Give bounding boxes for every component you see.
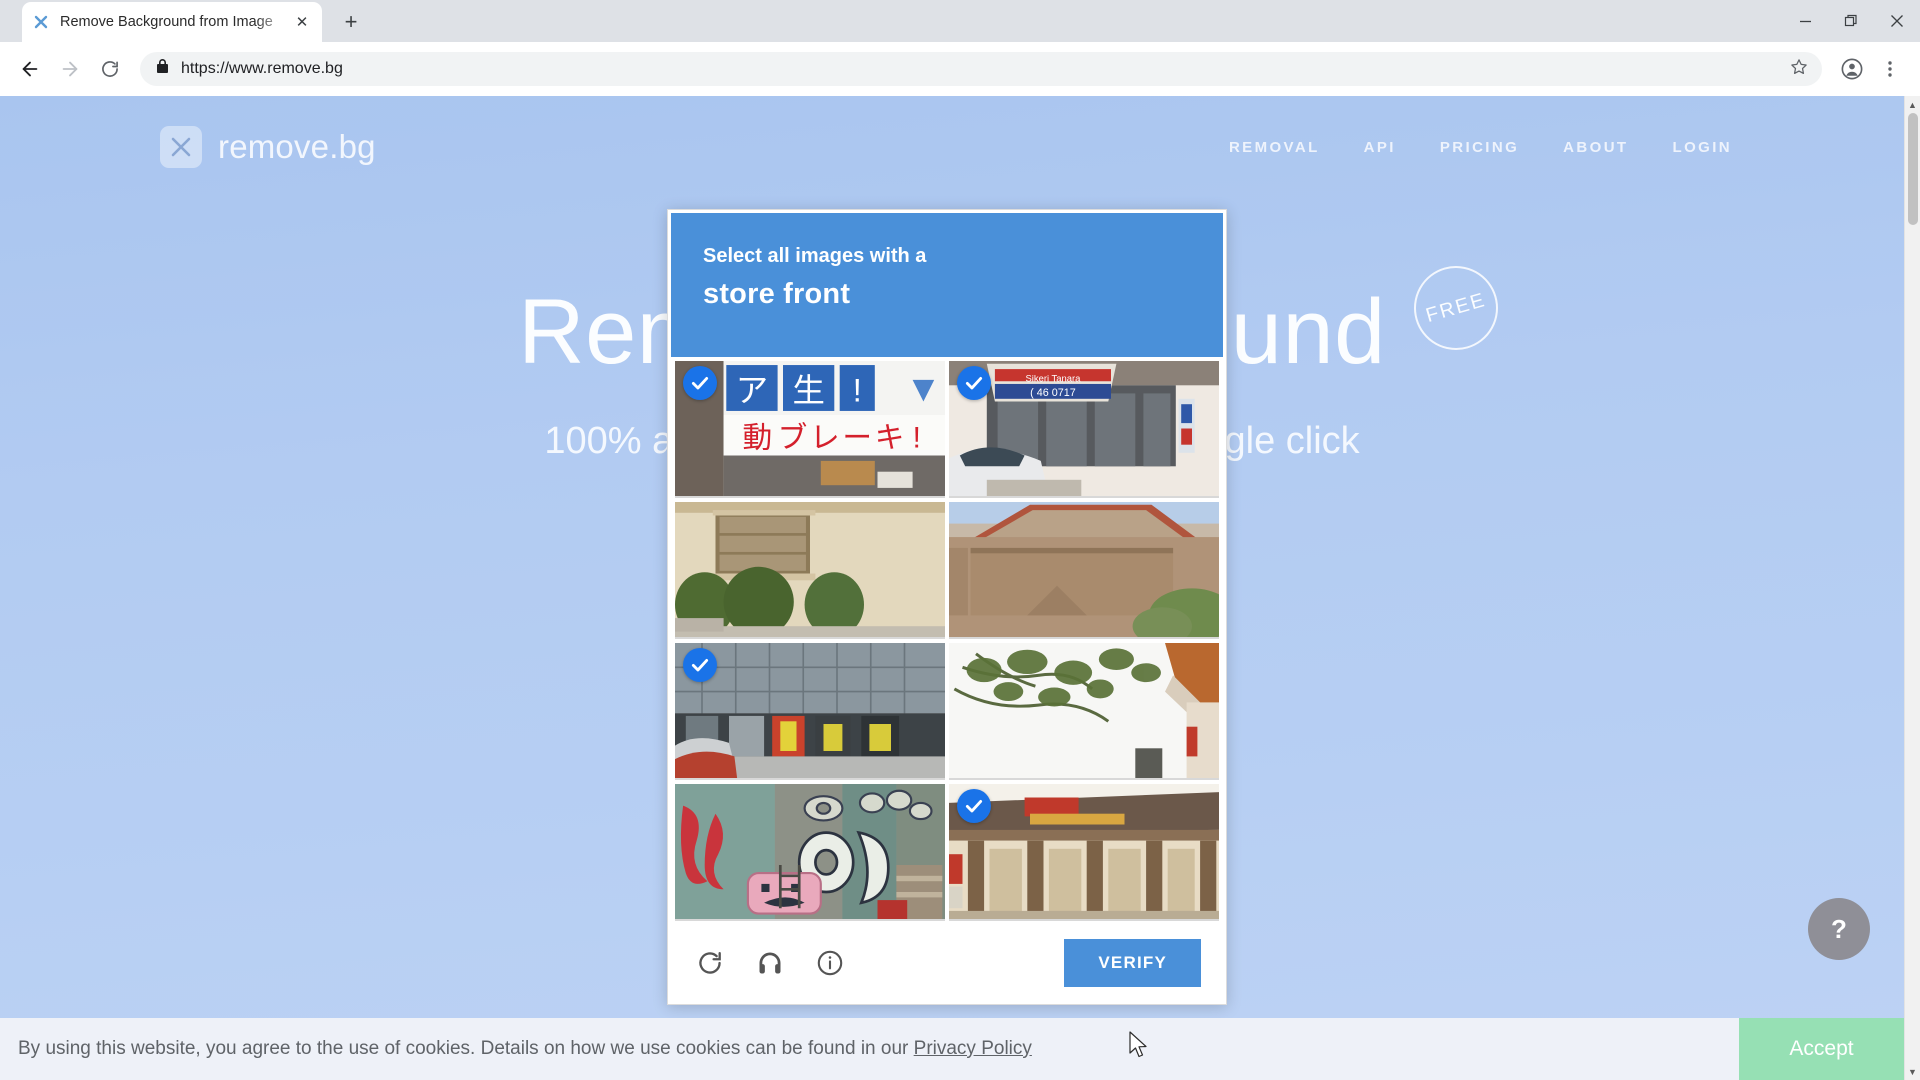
reload-icon[interactable] xyxy=(693,946,727,980)
nav-item-about[interactable]: ABOUT xyxy=(1563,139,1628,156)
tile-checkmark xyxy=(683,366,717,400)
info-icon[interactable] xyxy=(813,946,847,980)
recaptcha-dialog: Select all images with a store front ア 生… xyxy=(667,209,1227,1005)
scroll-up-arrow[interactable]: ▲ xyxy=(1905,96,1920,113)
captcha-tile[interactable] xyxy=(675,643,945,780)
reload-icon[interactable] xyxy=(92,51,128,87)
graffiti-wall xyxy=(675,784,945,919)
house-garage-door xyxy=(949,502,1219,637)
help-bubble-button[interactable]: ? xyxy=(1808,898,1870,960)
logo-text: remove.bg xyxy=(218,128,376,165)
accept-cookies-button[interactable]: Accept xyxy=(1739,1018,1904,1080)
lock-icon xyxy=(156,59,169,79)
free-badge: FREE xyxy=(1403,256,1508,360)
restore-icon[interactable] xyxy=(1828,0,1874,42)
tile-checkmark xyxy=(683,648,717,682)
browser-toolbar: https://www.remove.bg xyxy=(0,42,1920,96)
verify-button[interactable]: VERIFY xyxy=(1064,939,1201,987)
svg-text:ブ: ブ xyxy=(778,421,808,454)
browser-tab[interactable]: Remove Background from Image ✕ xyxy=(22,2,322,42)
tile-checkmark xyxy=(957,366,991,400)
remove-bg-favicon xyxy=(32,13,50,31)
new-tab-button[interactable]: + xyxy=(334,5,368,39)
captcha-tile[interactable] xyxy=(949,784,1219,921)
svg-text:レ: レ xyxy=(810,421,840,454)
captcha-tile[interactable] xyxy=(949,502,1219,639)
nav-item-api[interactable]: API xyxy=(1364,139,1396,156)
svg-text:ア: ア xyxy=(736,373,768,409)
nav-item-login[interactable]: LOGIN xyxy=(1673,139,1733,156)
back-icon[interactable] xyxy=(12,51,48,87)
svg-text:動: 動 xyxy=(743,421,773,454)
captcha-tile[interactable] xyxy=(949,643,1219,780)
close-icon[interactable]: ✕ xyxy=(292,13,312,31)
cookie-consent-bar: By using this website, you agree to the … xyxy=(0,1018,1904,1080)
tree-branches-over-roof xyxy=(949,643,1219,778)
window-controls xyxy=(1782,0,1920,42)
site-logo[interactable]: remove.bg xyxy=(160,126,376,168)
recaptcha-image-grid: ア 生 ! 動 ブ レ ー キ ! Sikeri Tanara (46 071… xyxy=(671,357,1223,921)
svg-text:!: ! xyxy=(913,421,921,454)
captcha-tile[interactable]: ア 生 ! 動 ブ レ ー キ ! xyxy=(675,361,945,498)
svg-text:!: ! xyxy=(853,373,862,409)
url-text: https://www.remove.bg xyxy=(181,60,343,77)
svg-text:( 46 0717: ( 46 0717 xyxy=(1030,387,1076,399)
address-bar[interactable]: https://www.remove.bg xyxy=(140,52,1822,86)
forward-icon[interactable] xyxy=(52,51,88,87)
close-icon[interactable] xyxy=(1874,0,1920,42)
cookie-text: By using this website, you agree to the … xyxy=(18,1038,1032,1060)
captcha-tile[interactable] xyxy=(675,502,945,639)
page-viewport: remove.bg REMOVAL API PRICING ABOUT LOGI… xyxy=(0,96,1920,1080)
svg-text:生: 生 xyxy=(792,373,824,409)
logo-x-icon xyxy=(160,126,202,168)
chrome-menu-icon[interactable] xyxy=(1872,51,1908,87)
svg-text:キ: キ xyxy=(875,421,905,454)
site-header: remove.bg REMOVAL API PRICING ABOUT LOGI… xyxy=(0,96,1904,168)
tile-checkmark xyxy=(957,789,991,823)
headphone-icon[interactable] xyxy=(753,946,787,980)
minimize-icon[interactable] xyxy=(1782,0,1828,42)
prompt-line-2: store front xyxy=(703,278,851,310)
page-scrollbar[interactable]: ▲ ▼ xyxy=(1904,96,1920,1080)
scroll-down-arrow[interactable]: ▼ xyxy=(1905,1063,1920,1080)
captcha-tile[interactable]: Sikeri Tanara ( 46 0717 xyxy=(949,361,1219,498)
toolbar-right xyxy=(1834,51,1908,87)
house-wall-with-shrubs xyxy=(675,502,945,637)
prompt-line-1: Select all images with a xyxy=(703,245,927,267)
recaptcha-footer: VERIFY xyxy=(671,925,1223,1001)
nav-item-removal[interactable]: REMOVAL xyxy=(1229,139,1320,156)
mouse-cursor xyxy=(1128,1031,1148,1064)
captcha-tile[interactable] xyxy=(675,784,945,921)
svg-text:ー: ー xyxy=(842,421,872,454)
browser-tabstrip: Remove Background from Image ✕ + xyxy=(0,0,1920,42)
privacy-policy-link[interactable]: Privacy Policy xyxy=(914,1038,1032,1059)
nav-item-pricing[interactable]: PRICING xyxy=(1440,139,1519,156)
site-nav: REMOVAL API PRICING ABOUT LOGIN xyxy=(1229,139,1864,156)
profile-avatar-icon[interactable] xyxy=(1834,51,1870,87)
recaptcha-prompt: Select all images with a store front xyxy=(671,213,1223,357)
tab-title: Remove Background from Image xyxy=(60,14,273,30)
svg-text:Sikeri Tanara: Sikeri Tanara xyxy=(1025,373,1081,384)
scroll-thumb[interactable] xyxy=(1908,113,1918,225)
bookmark-star-icon[interactable] xyxy=(1790,58,1808,81)
cookie-message: By using this website, you agree to the … xyxy=(18,1038,909,1059)
